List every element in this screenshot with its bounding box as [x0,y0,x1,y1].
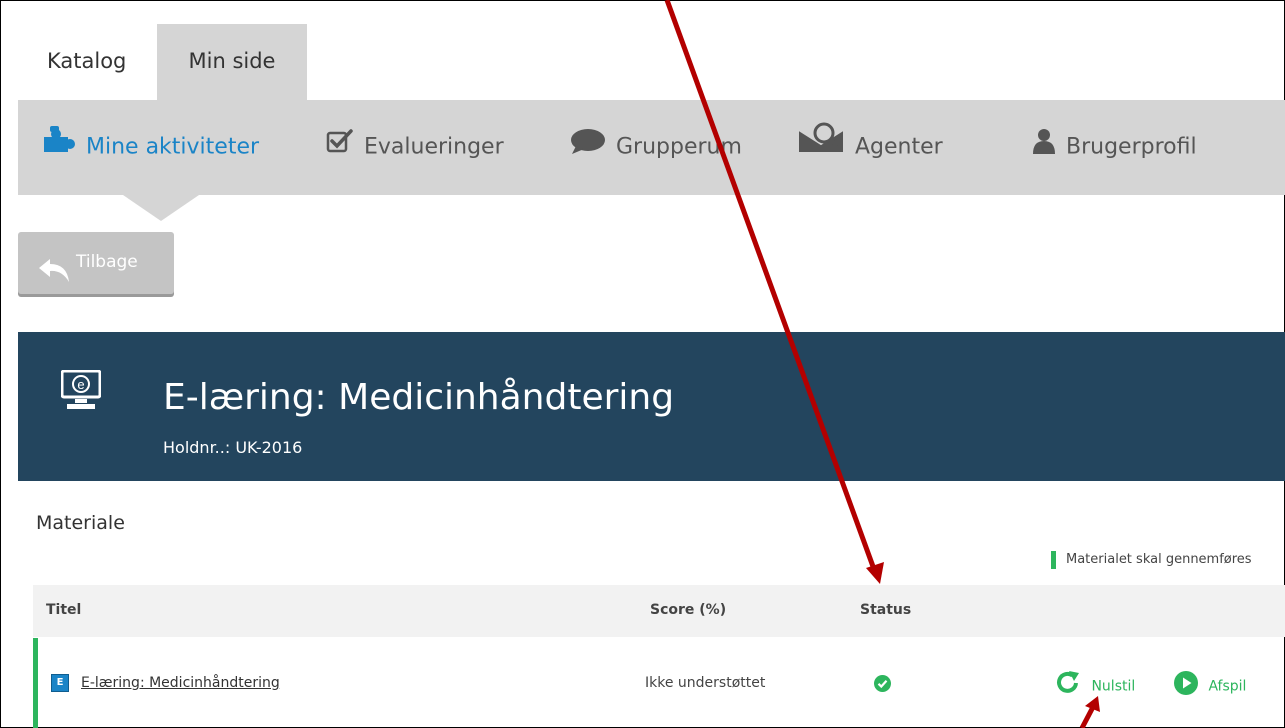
annotation-arrow-status [664,0,878,573]
annotation-overlay [664,0,1100,728]
annotation-arrowhead-status [866,562,884,584]
annotation-arrow-reset [1079,705,1096,728]
